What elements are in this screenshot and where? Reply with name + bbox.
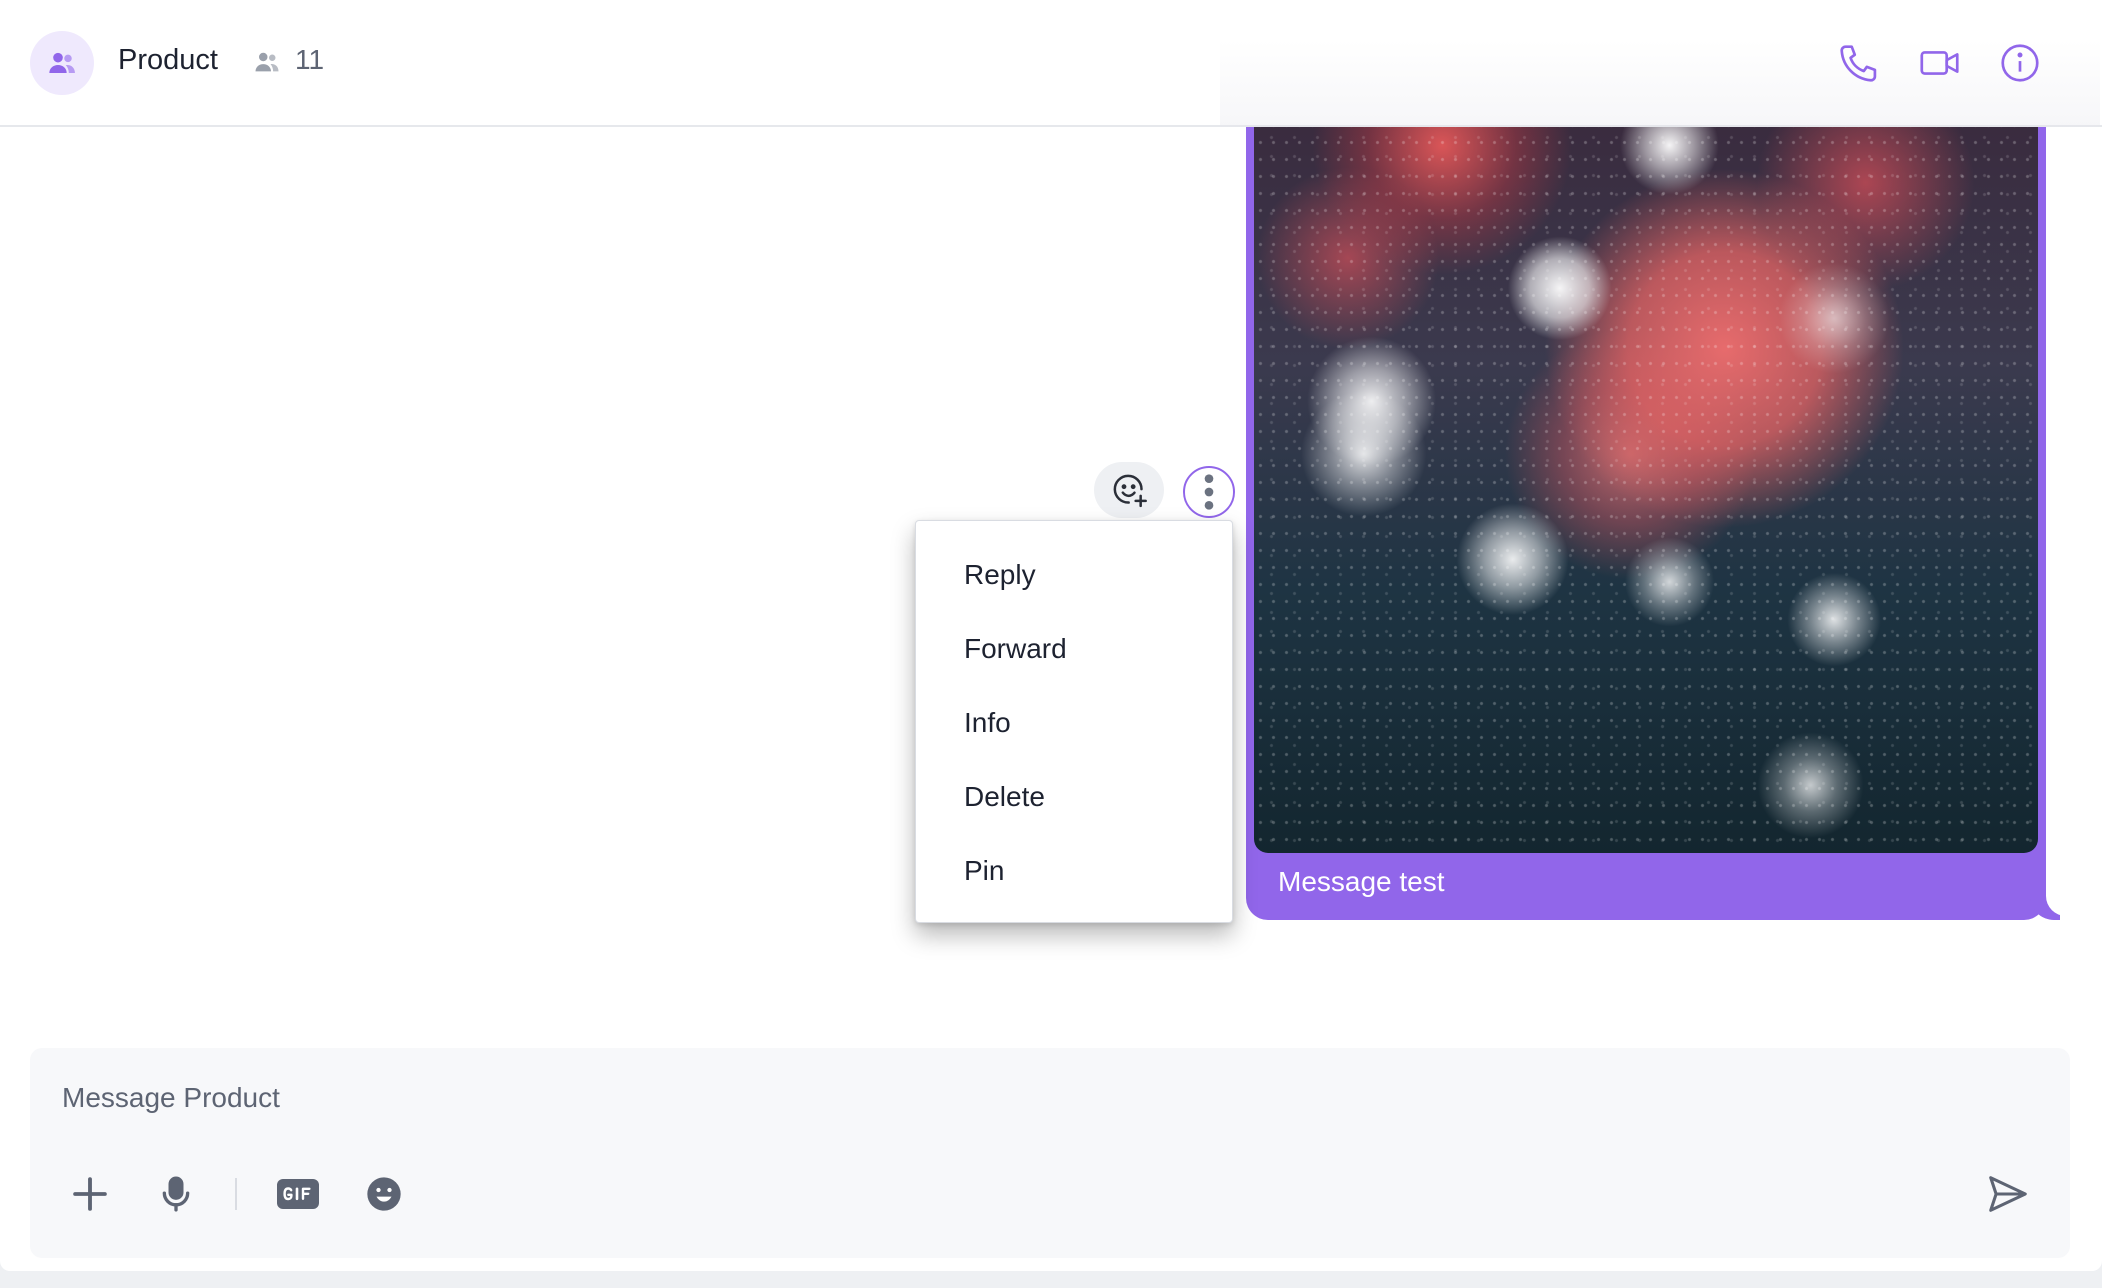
phone-icon: [1840, 45, 1877, 82]
chat-window: Product 11 Message test Reply Forward In…: [0, 0, 2102, 1271]
microphone-icon: [162, 1176, 190, 1212]
send-icon: [1989, 1176, 2027, 1212]
group-avatar[interactable]: [30, 31, 94, 95]
menu-item-pin[interactable]: Pin: [916, 839, 1232, 903]
message-composer: [30, 1048, 2070, 1258]
info-icon: [2001, 44, 2039, 82]
chat-header: Product 11: [0, 0, 2102, 127]
send-button[interactable]: [1984, 1170, 2032, 1218]
header-shadow: [1220, 40, 2100, 127]
add-reaction-icon: [1113, 474, 1147, 508]
more-vertical-icon: [1204, 474, 1214, 510]
emoji-icon: [367, 1177, 401, 1211]
message-input[interactable]: [62, 1078, 1962, 1118]
gif-button[interactable]: [276, 1172, 320, 1216]
menu-item-reply[interactable]: Reply: [916, 543, 1232, 607]
attach-button[interactable]: [68, 1172, 112, 1216]
menu-item-delete[interactable]: Delete: [916, 765, 1232, 829]
gif-icon: [277, 1179, 319, 1209]
member-count: 11: [295, 44, 325, 75]
message-image[interactable]: [1254, 100, 2038, 853]
call-button[interactable]: [1836, 40, 1882, 86]
emoji-button[interactable]: [362, 1172, 406, 1216]
message-context-menu: Reply Forward Info Delete Pin: [915, 520, 1233, 923]
menu-item-forward[interactable]: Forward: [916, 617, 1232, 681]
info-button[interactable]: [1997, 40, 2043, 86]
chat-title[interactable]: Product: [118, 44, 218, 77]
video-icon: [1920, 51, 1959, 75]
video-call-button[interactable]: [1917, 40, 1963, 86]
voice-message-button[interactable]: [154, 1172, 198, 1216]
message-text: Message test: [1278, 866, 1445, 897]
add-reaction-button[interactable]: [1094, 462, 1164, 518]
members-icon: [255, 52, 279, 72]
toolbar-divider: [235, 1178, 237, 1210]
more-options-button[interactable]: [1183, 466, 1235, 518]
plus-icon: [73, 1177, 107, 1211]
group-icon: [49, 52, 75, 73]
menu-item-info[interactable]: Info: [916, 691, 1232, 755]
